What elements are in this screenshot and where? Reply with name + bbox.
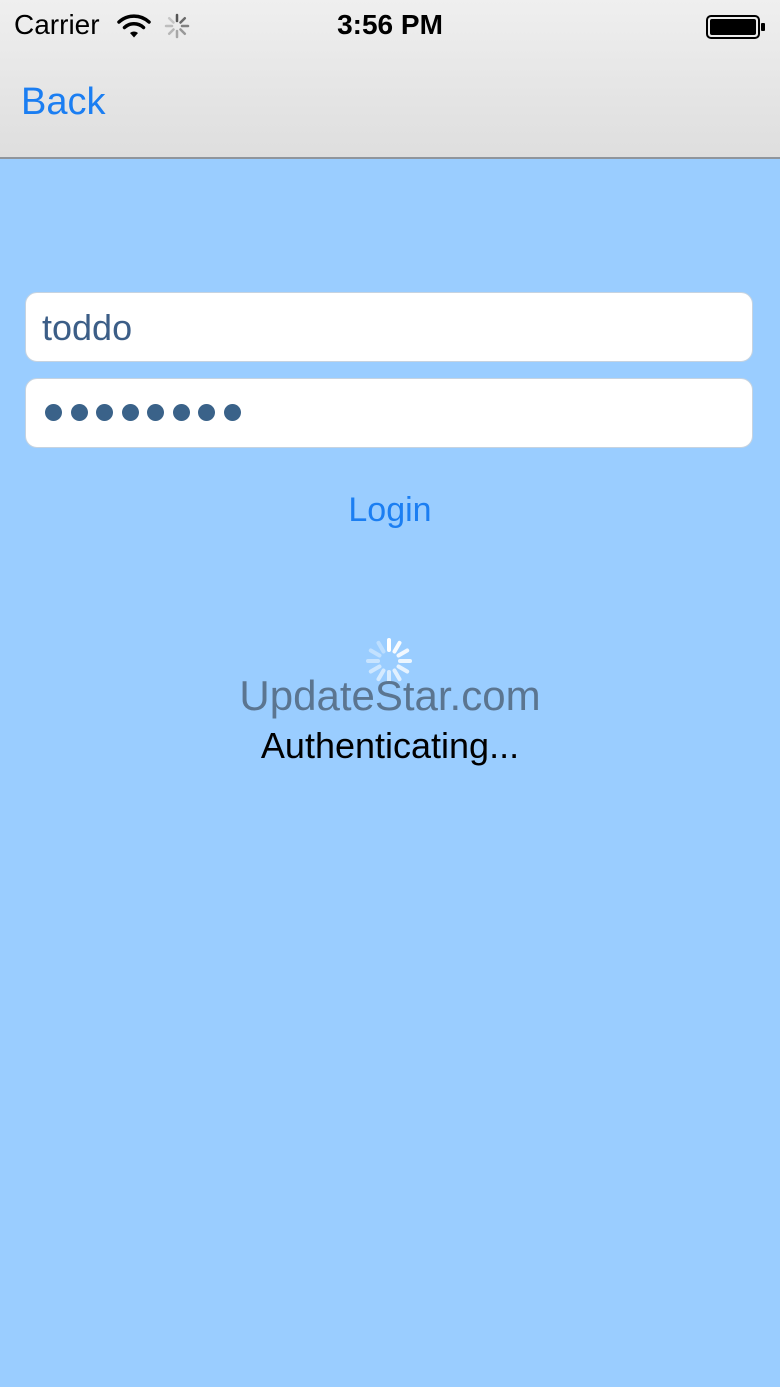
spinner-spoke xyxy=(376,640,386,654)
username-field[interactable]: toddo xyxy=(25,292,753,362)
password-dot xyxy=(45,404,62,421)
password-mask xyxy=(45,404,241,422)
status-time: 3:56 PM xyxy=(337,9,443,40)
password-dot xyxy=(172,404,190,421)
spinner-spoke xyxy=(396,664,410,674)
password-dot xyxy=(121,404,139,421)
status-bar: Carrier 3:56 PM xyxy=(0,0,780,54)
battery-icon xyxy=(706,15,765,39)
password-dot xyxy=(147,404,164,421)
login-button[interactable]: Login xyxy=(0,491,780,530)
login-screen: Carrier 3:56 PM Back toddo Login UpdateS… xyxy=(0,0,780,1387)
spinner-spoke xyxy=(392,640,402,654)
top-bar: Carrier 3:56 PM Back xyxy=(0,0,780,159)
spinner-spoke xyxy=(396,648,410,658)
watermark: UpdateStar.com xyxy=(239,672,541,719)
spinner-spoke xyxy=(368,648,382,658)
password-dot xyxy=(70,404,88,421)
password-dot xyxy=(198,404,215,421)
spinner-spoke xyxy=(368,664,382,674)
password-dot xyxy=(223,404,241,421)
back-button[interactable]: Back xyxy=(21,81,105,124)
authenticating-status: Authenticating... xyxy=(260,725,520,766)
password-dot xyxy=(96,404,113,421)
password-field[interactable] xyxy=(25,378,753,448)
username-value: toddo xyxy=(42,307,133,348)
